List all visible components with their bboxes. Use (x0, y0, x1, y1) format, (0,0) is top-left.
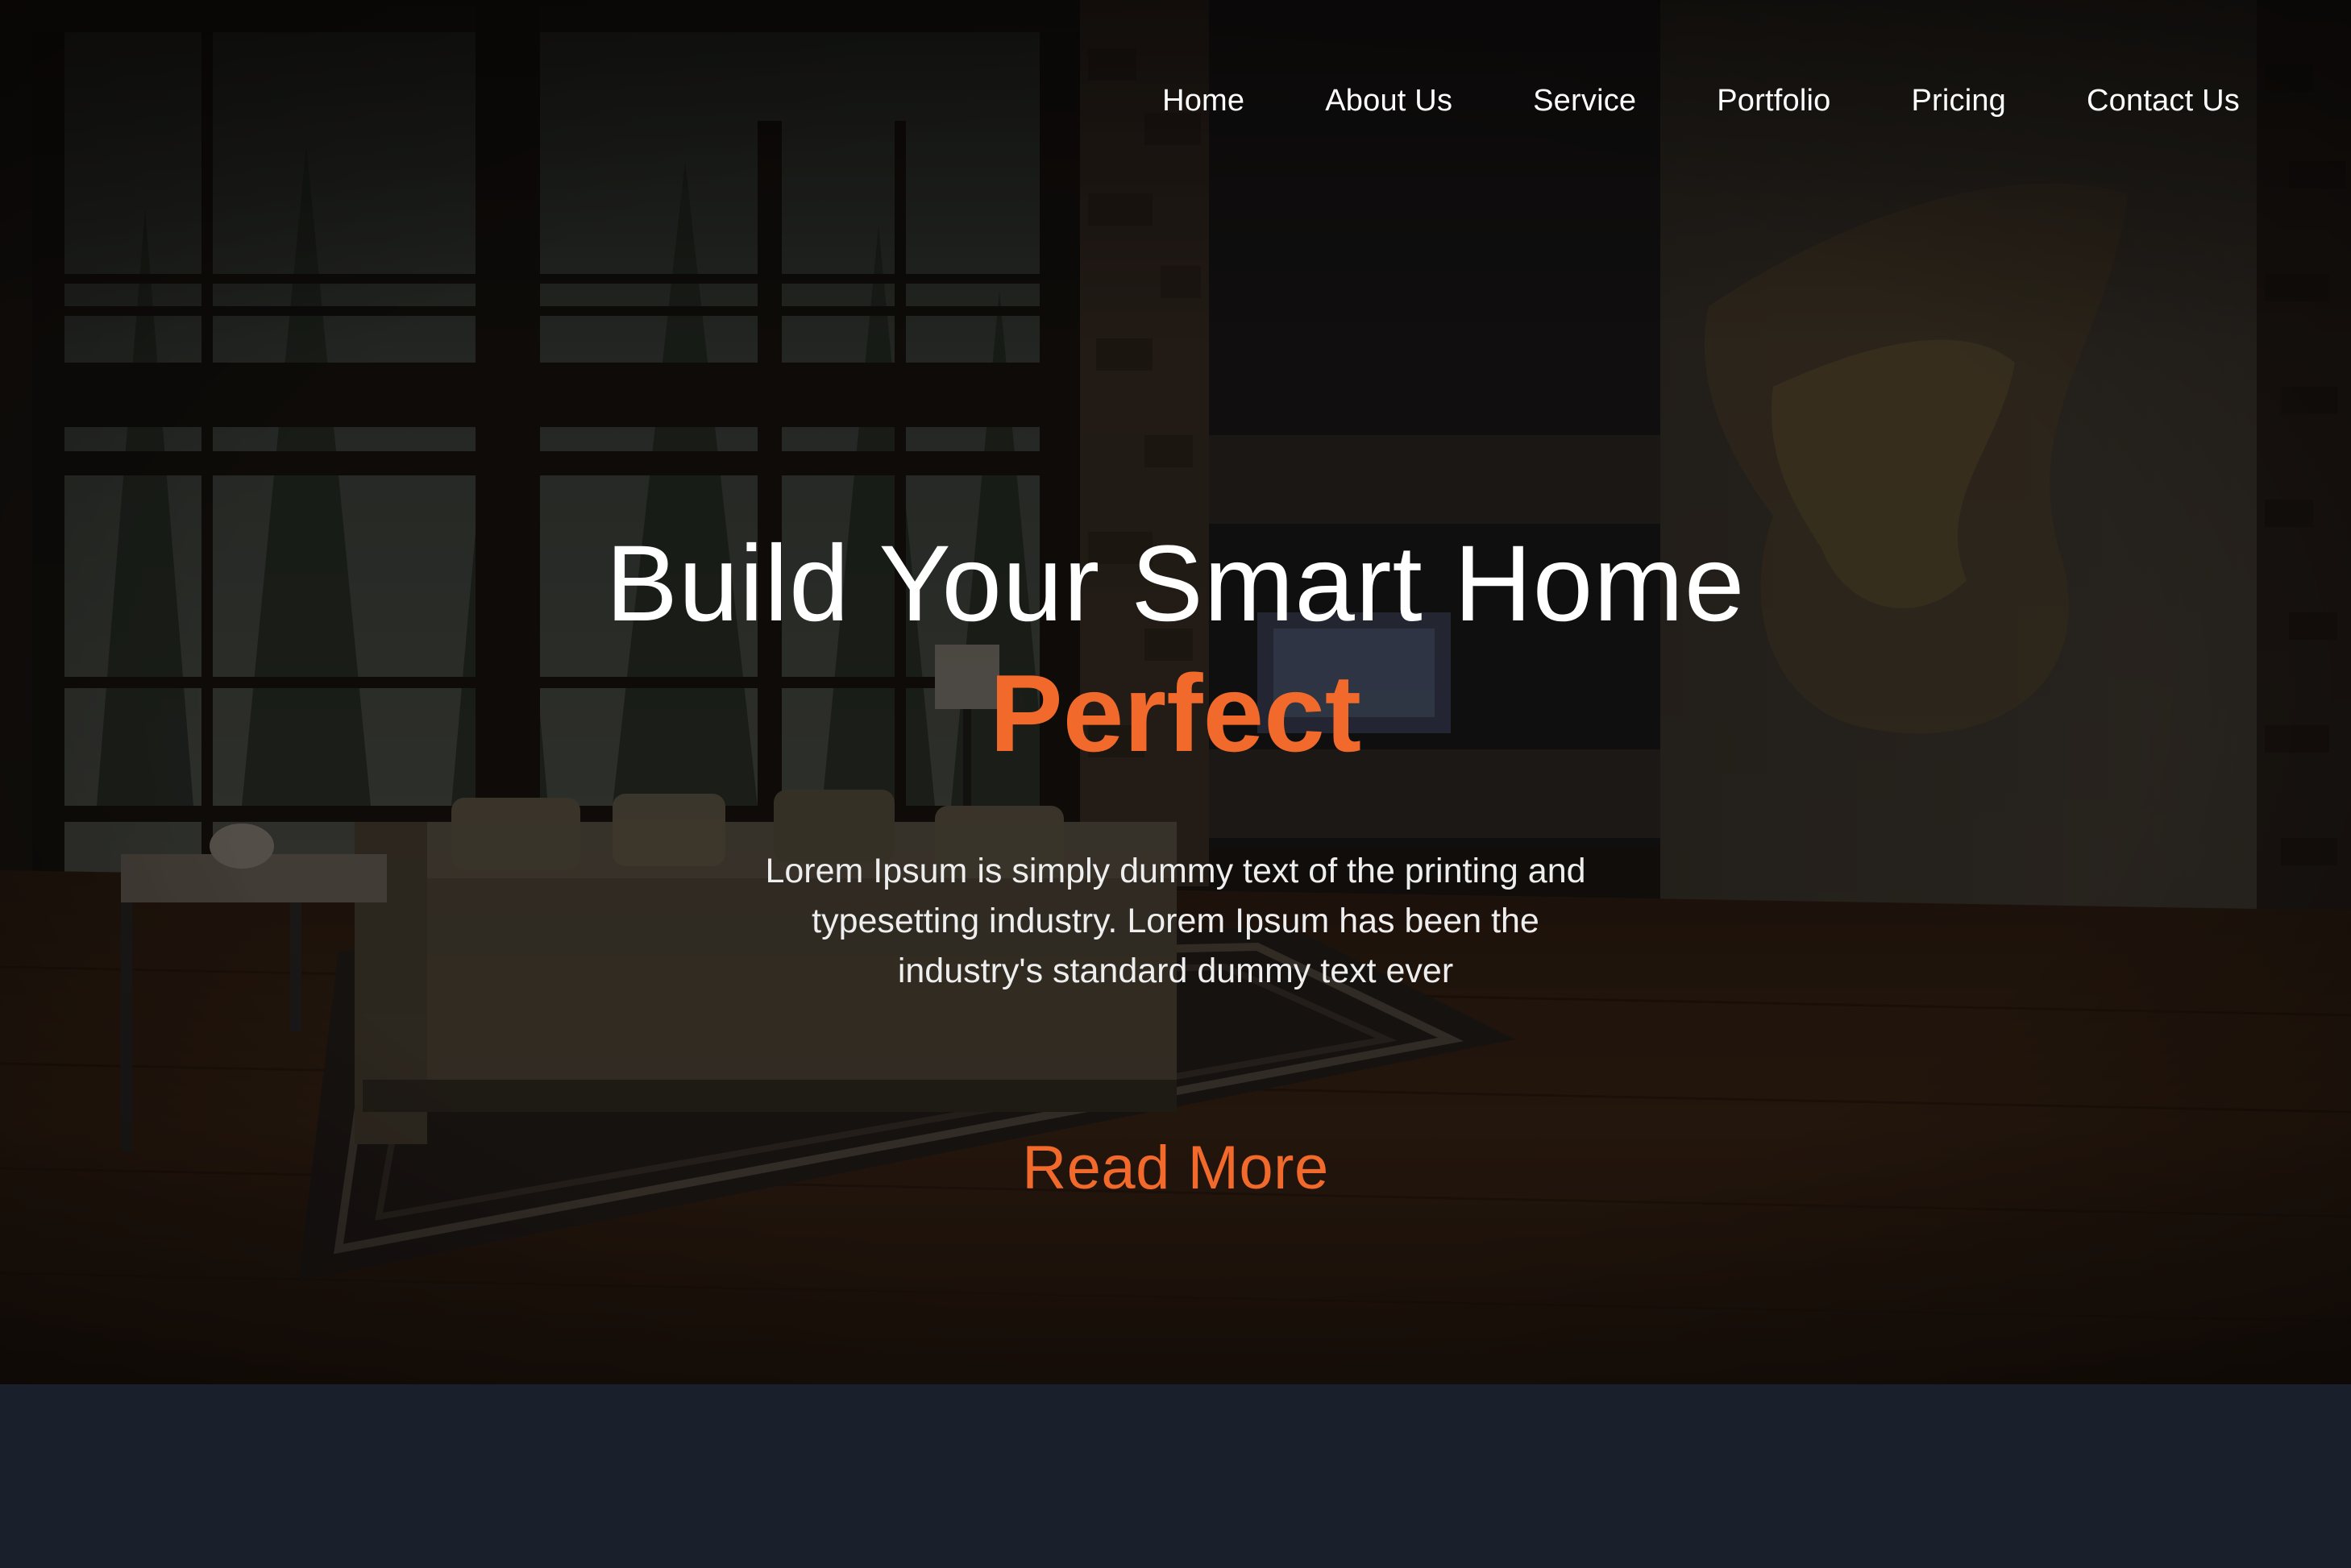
nav-item-home[interactable]: Home (1162, 84, 1244, 118)
nav-item-service[interactable]: Service (1533, 84, 1636, 118)
landing-page: Home About Us Service Portfolio Pricing … (0, 0, 2351, 1568)
nav-item-contact-us[interactable]: Contact Us (2087, 84, 2240, 118)
nav-item-portfolio[interactable]: Portfolio (1717, 84, 1830, 118)
hero-title: Build Your Smart Home (605, 524, 1746, 644)
nav-item-about-us[interactable]: About Us (1325, 84, 1452, 118)
hero-content: Build Your Smart Home Perfect Lorem Ipsu… (0, 516, 2351, 1203)
nav-item-pricing[interactable]: Pricing (1911, 84, 2006, 118)
bottom-section (0, 1384, 2351, 1568)
hero-section: Home About Us Service Portfolio Pricing … (0, 0, 2351, 1384)
read-more-button[interactable]: Read More (1022, 1133, 1328, 1203)
main-nav: Home About Us Service Portfolio Pricing … (1162, 84, 2240, 118)
hero-description: Lorem Ipsum is simply dummy text of the … (765, 852, 1586, 990)
hero-title-accent: Perfect (989, 652, 1362, 774)
